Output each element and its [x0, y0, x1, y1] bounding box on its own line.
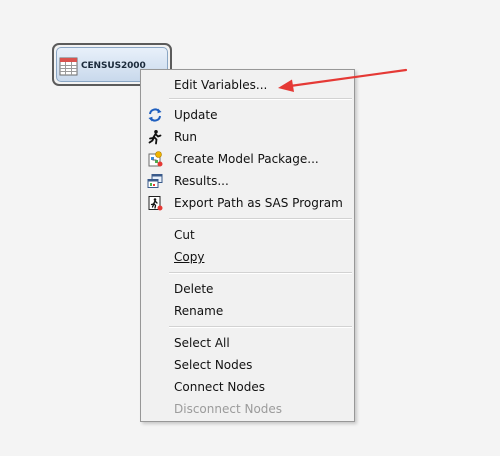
menu-item-label: Select All [174, 336, 230, 350]
menu-item-create-model-package[interactable]: Create Model Package... [143, 148, 352, 169]
menu-separator [169, 326, 352, 328]
menu-item-results[interactable]: Results... [143, 170, 352, 191]
menu-item-label: Run [174, 130, 198, 144]
node-label: CENSUS2000 [81, 61, 146, 71]
menu-item-copy[interactable]: Copy [143, 246, 352, 267]
menu-item-export-path[interactable]: Export Path as SAS Program [143, 192, 352, 213]
menu-item-update[interactable]: Update [143, 104, 352, 125]
menu-item-label: Export Path as SAS Program [174, 196, 343, 210]
menu-item-select-all[interactable]: Select All [143, 332, 352, 353]
menu-item-label: Connect Nodes [174, 380, 266, 394]
menu-item-connect-nodes[interactable]: Connect Nodes [143, 376, 352, 397]
menu-item-cut[interactable]: Cut [143, 224, 352, 245]
diagram-workspace[interactable]: CENSUS2000 Edit Variables... Update Run [0, 0, 500, 456]
menu-item-disconnect-nodes: Disconnect Nodes [143, 398, 352, 419]
data-table-icon [59, 57, 78, 76]
menu-item-label: Create Model Package... [174, 152, 319, 166]
menu-item-label: Cut [174, 228, 195, 242]
menu-item-label: Update [174, 108, 218, 122]
menu-item-rename[interactable]: Rename [143, 300, 352, 321]
results-icon [147, 174, 163, 188]
menu-item-label: Results... [174, 174, 229, 188]
menu-separator [169, 272, 352, 274]
menu-item-label: Disconnect Nodes [174, 402, 283, 416]
menu-item-run[interactable]: Run [143, 126, 352, 147]
context-menu: Edit Variables... Update Run Create Mode… [140, 69, 355, 422]
menu-separator [169, 98, 352, 100]
menu-item-label: Delete [174, 282, 214, 296]
menu-item-select-nodes[interactable]: Select Nodes [143, 354, 352, 375]
menu-item-label: Select Nodes [174, 358, 253, 372]
menu-item-delete[interactable]: Delete [143, 278, 352, 299]
menu-item-label: Rename [174, 304, 224, 318]
menu-item-label: Copy [174, 250, 205, 264]
run-icon [148, 130, 162, 145]
menu-item-edit-variables[interactable]: Edit Variables... [143, 74, 352, 95]
model-package-icon [148, 151, 163, 167]
export-path-icon [148, 196, 163, 211]
menu-item-label: Edit Variables... [174, 78, 268, 92]
menu-separator [169, 218, 352, 220]
update-icon [148, 108, 162, 122]
